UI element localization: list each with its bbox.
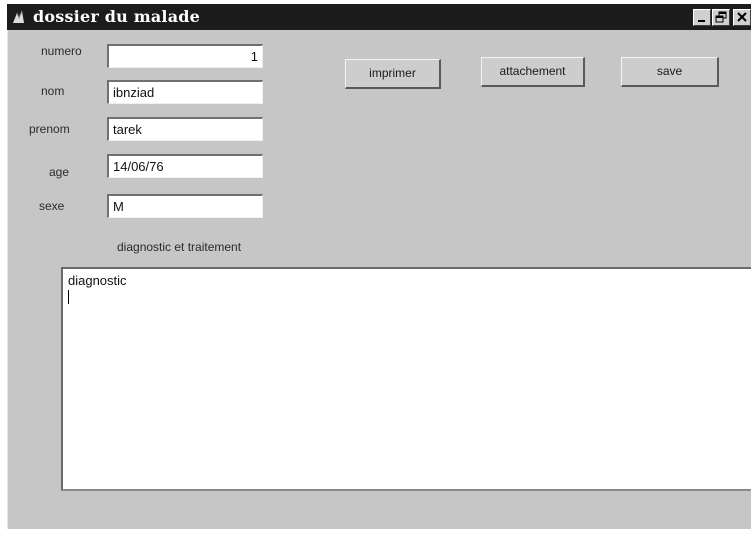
numero-field[interactable]: 1 bbox=[107, 44, 263, 68]
diagnostic-textarea[interactable]: diagnostic bbox=[61, 267, 751, 491]
save-button[interactable]: save bbox=[621, 57, 719, 87]
attachement-button[interactable]: attachement bbox=[481, 57, 585, 87]
maximize-button[interactable] bbox=[712, 9, 730, 26]
minimize-icon bbox=[698, 20, 705, 22]
prenom-label: prenom bbox=[29, 122, 70, 136]
prenom-field[interactable]: tarek bbox=[107, 117, 263, 141]
title-bar[interactable]: dossier du malade bbox=[7, 4, 751, 30]
diagnostic-text: diagnostic bbox=[68, 273, 127, 288]
restore-icon bbox=[715, 11, 727, 23]
close-button[interactable] bbox=[733, 9, 751, 26]
window-title: dossier du malade bbox=[33, 7, 201, 26]
patient-record-window: dossier du malade numero 1 nom ibnziad p… bbox=[7, 4, 751, 529]
sexe-label: sexe bbox=[39, 199, 65, 213]
close-icon bbox=[737, 12, 747, 22]
app-icon[interactable] bbox=[11, 9, 27, 25]
nom-field[interactable]: ibnziad bbox=[107, 80, 263, 104]
diagnostic-section-label: diagnostic et traitement bbox=[117, 240, 242, 254]
imprimer-button[interactable]: imprimer bbox=[345, 59, 441, 89]
sexe-field[interactable]: M bbox=[107, 194, 263, 218]
age-label: age bbox=[49, 165, 70, 179]
minimize-button[interactable] bbox=[693, 9, 711, 26]
text-cursor bbox=[68, 290, 69, 304]
age-field[interactable]: 14/06/76 bbox=[107, 154, 263, 178]
numero-label: numero bbox=[41, 44, 82, 58]
nom-label: nom bbox=[41, 84, 65, 98]
